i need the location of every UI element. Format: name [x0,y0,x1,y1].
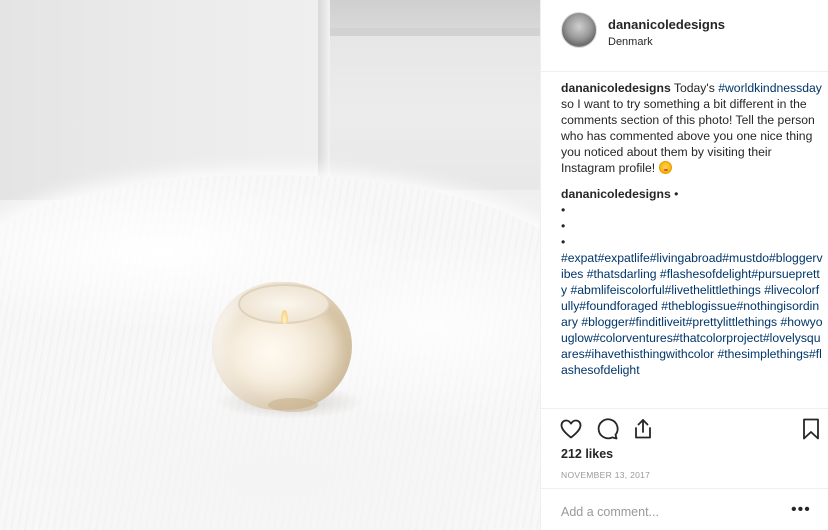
caption-text-1: Today's [670,81,719,95]
post-header: dananicoledesigns Denmark [541,0,828,72]
share-icon[interactable] [631,417,657,443]
comment-bullet-2: • [561,219,566,233]
post-date[interactable]: NOVEMBER 13, 2017 [561,470,650,480]
caption-text-2: so I want to try something a bit differe… [561,97,815,175]
caption: dananicoledesigns Today's #worldkindness… [561,80,823,176]
more-options-icon[interactable]: ••• [791,501,811,519]
comment-dot: • [670,187,679,201]
photo-background-wall [0,0,320,200]
post-photo[interactable] [0,0,540,530]
comment-input[interactable] [561,503,801,521]
comment-username[interactable]: dananicoledesigns [561,187,671,201]
comment: dananicoledesigns • • • • #expat#expatli… [561,186,823,378]
photo-wall-edge [318,0,330,200]
heart-icon[interactable] [559,417,585,443]
comment-bullet-1: • [561,203,566,217]
action-bar [541,408,828,448]
header-location[interactable]: Denmark [608,36,653,48]
photo-candle-base [268,398,318,412]
comment-bullet-3: • [561,235,566,249]
kissing-face-emoji-icon [658,161,672,174]
add-comment-section: ••• [541,488,828,530]
like-count[interactable]: 212 likes [561,447,613,461]
caption-username[interactable]: dananicoledesigns [561,81,671,95]
header-username[interactable]: dananicoledesigns [608,17,725,32]
bookmark-icon[interactable] [799,417,825,443]
post-side-panel: dananicoledesigns Denmark dananicoledesi… [540,0,828,530]
photo-window-frame [330,28,540,36]
comments-list[interactable]: dananicoledesigns Today's #worldkindness… [561,80,823,408]
comment-bubble-icon[interactable] [595,417,621,443]
comment-hashtags[interactable]: #expat#expatlife#livingabroad#mustdo#blo… [561,251,823,377]
caption-hashtag[interactable]: #worldkindnessday [718,81,822,95]
photo-candle-flame [281,310,288,324]
avatar[interactable] [561,12,597,48]
